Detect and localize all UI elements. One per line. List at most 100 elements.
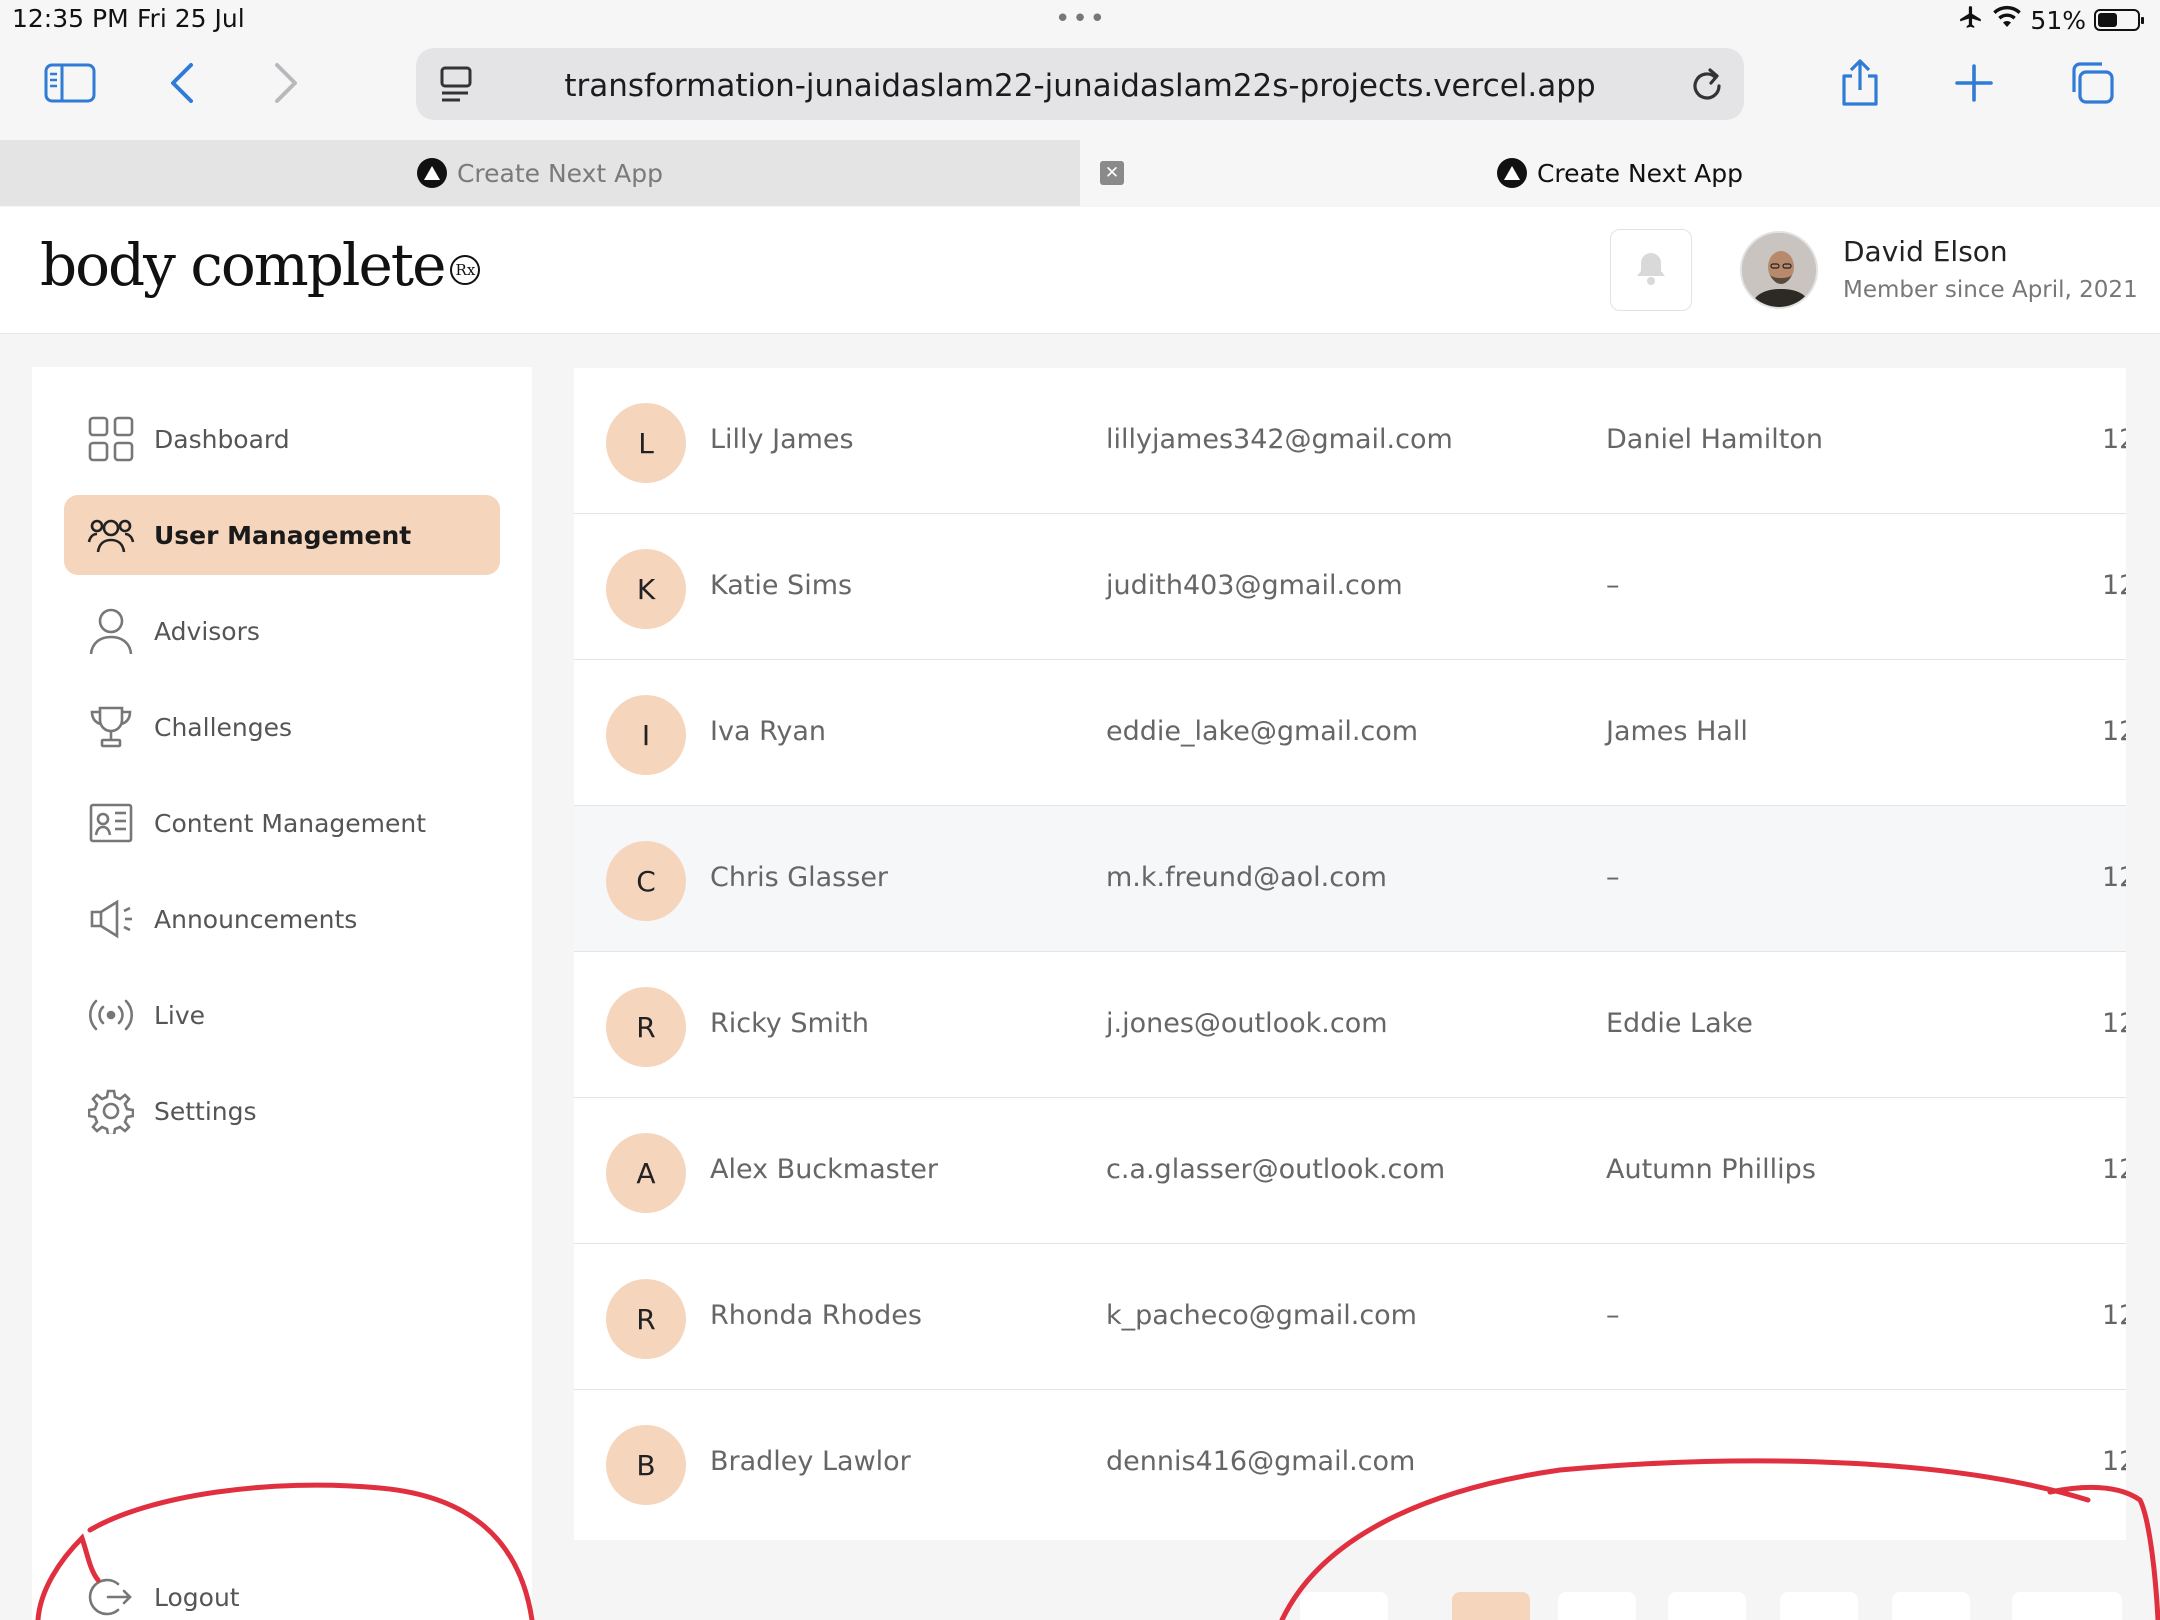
pagination-page[interactable] [1668, 1592, 1746, 1620]
airplane-icon [1958, 4, 1984, 36]
tab-close-icon[interactable]: ✕ [1100, 161, 1124, 185]
status-time: 12:35 PM [12, 4, 129, 33]
user-advisor-cell: Daniel Hamilton [1606, 424, 1824, 455]
user-initial-avatar: K [606, 549, 686, 629]
user-email-cell: lillyjames342@gmail.com [1106, 424, 1453, 455]
content-icon [86, 798, 136, 848]
pagination-page[interactable] [1780, 1592, 1858, 1620]
user-advisor-cell: – [1606, 862, 1620, 893]
sidebar-item-live[interactable]: Live [64, 975, 500, 1055]
user-initial-avatar: R [606, 1279, 686, 1359]
sidebar: Dashboard User Management Advisors Chall… [32, 367, 532, 1620]
table-row[interactable]: R Rhonda Rhodes k_pacheco@gmail.com – 12 [574, 1244, 2126, 1390]
battery-icon [2094, 9, 2144, 31]
user-date-cell: 12 [2102, 1446, 2126, 1477]
battery-percent: 51% [2030, 5, 2086, 35]
tab-title: Create Next App [1536, 158, 1744, 188]
user-initial-avatar: I [606, 695, 686, 775]
forward-icon[interactable] [256, 58, 316, 108]
user-membership: Member since April, 2021 [1843, 277, 2138, 303]
table-row[interactable]: B Bradley Lawlor dennis416@gmail.com 12 [574, 1390, 2126, 1536]
user-date-cell: 12 [2102, 1008, 2126, 1039]
tab-bar: Create Next App Create Next App ✕ [0, 140, 2160, 206]
tab-overview-icon[interactable] [2062, 58, 2122, 108]
person-icon [86, 606, 136, 656]
user-name-cell: Alex Buckmaster [710, 1154, 938, 1185]
user-advisor-cell: Autumn Phillips [1606, 1154, 1816, 1185]
sidebar-item-user-management[interactable]: User Management [64, 495, 500, 575]
user-initial-avatar: B [606, 1425, 686, 1505]
sidebar-item-advisors[interactable]: Advisors [64, 591, 500, 671]
wifi-icon [1992, 5, 2022, 35]
broadcast-icon [86, 990, 136, 1040]
new-tab-icon[interactable] [1944, 58, 2004, 108]
sidebar-item-label: Advisors [154, 616, 260, 646]
sidebar-item-label: Content Management [154, 808, 427, 838]
sidebar-item-settings[interactable]: Settings [64, 1071, 500, 1151]
status-right: 51% [1958, 4, 2144, 36]
user-date-cell: 12 [2102, 716, 2126, 747]
pagination-page-active[interactable] [1452, 1592, 1530, 1620]
trophy-icon [86, 702, 136, 752]
user-initial-avatar: C [606, 841, 686, 921]
share-icon[interactable] [1830, 58, 1890, 108]
grid-icon [86, 414, 136, 464]
user-name-cell: Ricky Smith [710, 1008, 869, 1039]
pagination-page[interactable] [1558, 1592, 1636, 1620]
tab-title: Create Next App [456, 158, 664, 188]
table-row[interactable]: K Katie Sims judith403@gmail.com – 12 [574, 514, 2126, 660]
notifications-button[interactable] [1610, 229, 1692, 311]
user-email-cell: eddie_lake@gmail.com [1106, 716, 1419, 747]
multitasking-dots-icon[interactable]: ••• [1055, 6, 1107, 32]
user-date-cell: 12 [2102, 862, 2126, 893]
user-email-cell: c.a.glasser@outlook.com [1106, 1154, 1446, 1185]
pagination-next[interactable] [2012, 1592, 2122, 1620]
sidebar-item-announcements[interactable]: Announcements [64, 879, 500, 959]
sidebar-item-content-management[interactable]: Content Management [64, 783, 500, 863]
user-email-cell: k_pacheco@gmail.com [1106, 1300, 1417, 1331]
rx-mark: Rx [450, 254, 481, 285]
table-row[interactable]: L Lilly James lillyjames342@gmail.com Da… [574, 368, 2126, 514]
tab-active[interactable]: Create Next App [1080, 140, 2160, 206]
user-initial-avatar: L [606, 403, 686, 483]
logout-icon [86, 1572, 136, 1620]
user-name-cell: Rhonda Rhodes [710, 1300, 922, 1331]
avatar[interactable] [1740, 231, 1818, 309]
logout-button[interactable]: Logout [64, 1557, 500, 1620]
user-name-cell: Chris Glasser [710, 862, 889, 893]
sidebar-item-challenges[interactable]: Challenges [64, 687, 500, 767]
sidebar-item-dashboard[interactable]: Dashboard [64, 399, 500, 479]
sidebar-toggle-icon[interactable] [40, 58, 100, 108]
user-advisor-cell: – [1606, 570, 1620, 601]
megaphone-icon [86, 894, 136, 944]
address-bar[interactable]: transformation-junaidaslam22-junaidaslam… [416, 48, 1744, 120]
pagination-page[interactable] [1892, 1592, 1970, 1620]
sidebar-item-label: Dashboard [154, 424, 290, 454]
user-name-cell: Katie Sims [710, 570, 853, 601]
users-icon [86, 510, 136, 560]
sidebar-item-label: Live [154, 1000, 206, 1030]
table-row[interactable]: R Ricky Smith j.jones@outlook.com Eddie … [574, 952, 2126, 1098]
table-row[interactable]: C Chris Glasser m.k.freund@aol.com – 12 [574, 806, 2126, 952]
reload-icon[interactable] [1688, 64, 1726, 108]
pagination-prev[interactable] [1300, 1592, 1388, 1620]
table-row[interactable]: A Alex Buckmaster c.a.glasser@outlook.co… [574, 1098, 2126, 1244]
user-name: David Elson [1843, 235, 2008, 268]
user-email-cell: m.k.freund@aol.com [1106, 862, 1387, 893]
status-bar: 12:35 PM Fri 25 Jul ••• 51% [0, 0, 2160, 40]
brand-logo[interactable]: body complete Rx [40, 231, 481, 299]
user-table: L Lilly James lillyjames342@gmail.com Da… [574, 368, 2126, 1540]
user-name-cell: Lilly James [710, 424, 854, 455]
user-date-cell: 12 [2102, 570, 2126, 601]
brand-logo-text: body complete [40, 231, 446, 299]
tab-inactive[interactable]: Create Next App [0, 140, 1080, 206]
table-row[interactable]: I Iva Ryan eddie_lake@gmail.com James Ha… [574, 660, 2126, 806]
app-header: body complete Rx David Elson Member since… [0, 207, 2160, 334]
user-date-cell: 12 [2102, 424, 2126, 455]
sidebar-item-label: Settings [154, 1096, 257, 1126]
user-initial-avatar: R [606, 987, 686, 1067]
status-date: Fri 25 Jul [137, 4, 245, 33]
back-icon[interactable] [152, 58, 212, 108]
user-email-cell: dennis416@gmail.com [1106, 1446, 1416, 1477]
sidebar-item-label: User Management [154, 520, 412, 550]
